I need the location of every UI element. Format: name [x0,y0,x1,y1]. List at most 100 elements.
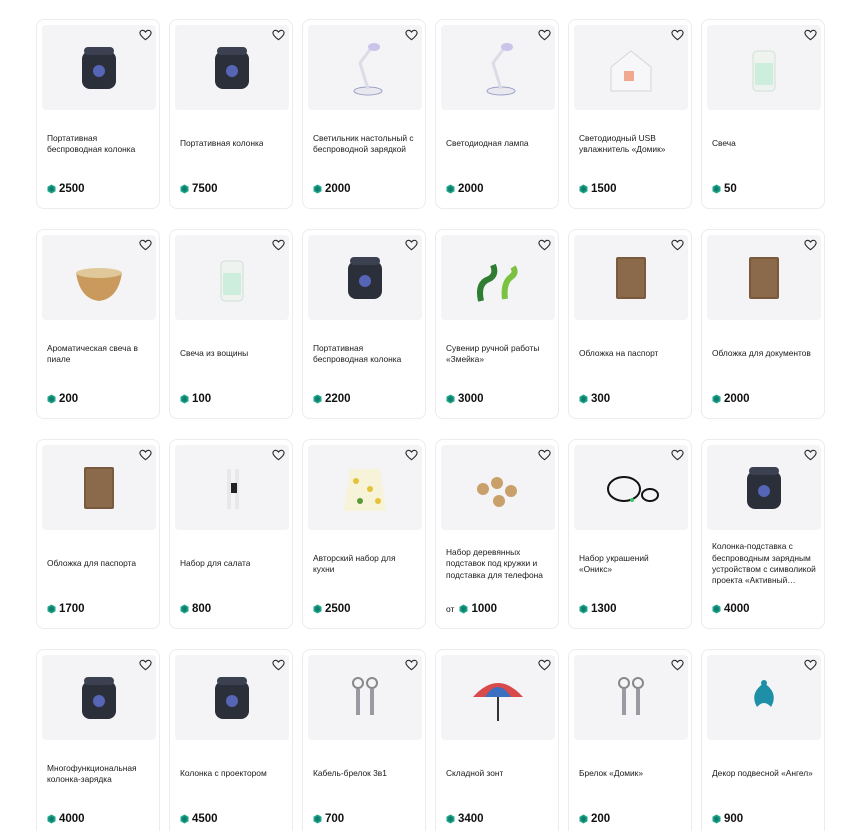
price-value: 2500 [59,183,85,195]
favorite-heart-icon[interactable] [537,448,551,462]
product-title[interactable]: Сувенир ручной работы «Змейка» [446,325,550,383]
product-title[interactable]: Колонка с проектором [180,745,284,803]
product-title[interactable]: Обложка для документов [712,325,816,383]
product-title[interactable]: Кабель-брелок 3в1 [313,745,417,803]
product-title[interactable]: Свеча из вощины [180,325,284,383]
product-card[interactable]: Портативная колонка 7500 [169,19,293,209]
favorite-heart-icon[interactable] [271,658,285,672]
coin-icon [47,184,56,194]
product-card[interactable]: Кабель-брелок 3в1 700 [302,649,426,831]
product-card[interactable]: Набор деревянных подставок под кружки и … [435,439,559,629]
product-price: 2000 [712,392,750,406]
product-title[interactable]: Многофункциональная колонка-зарядка [47,745,151,803]
favorite-heart-icon[interactable] [803,28,817,42]
product-title[interactable]: Авторский набор для кухни [313,535,417,593]
favorite-heart-icon[interactable] [670,448,684,462]
price-value: 1500 [591,183,617,195]
favorite-heart-icon[interactable] [404,28,418,42]
product-card[interactable]: Обложка для паспорта 1700 [36,439,160,629]
favorite-heart-icon[interactable] [138,658,152,672]
favorite-heart-icon[interactable] [404,448,418,462]
favorite-heart-icon[interactable] [803,448,817,462]
favorite-heart-icon[interactable] [537,658,551,672]
price-value: 4000 [59,813,85,825]
product-title[interactable]: Портативная колонка [180,115,284,173]
product-card[interactable]: Сувенир ручной работы «Змейка» 3000 [435,229,559,419]
product-card[interactable]: Свеча из вощины 100 [169,229,293,419]
favorite-heart-icon[interactable] [138,28,152,42]
price-value: 200 [591,813,611,825]
product-card[interactable]: Брелок «Домик» 200 [568,649,692,831]
product-title[interactable]: Обложка для паспорта [47,535,151,593]
product-price: 2500 [313,602,351,616]
product-card[interactable]: Декор подвесной «Ангел» 900 [701,649,825,831]
product-title[interactable]: Обложка на паспорт [579,325,683,383]
price-value: 2000 [458,183,484,195]
product-price: 50 [712,182,737,196]
coin-icon [712,184,721,194]
product-card[interactable]: Обложка для документов 2000 [701,229,825,419]
product-title[interactable]: Ароматическая свеча в пиале [47,325,151,383]
product-card[interactable]: Светодиодная лампа 2000 [435,19,559,209]
product-price: 2200 [313,392,351,406]
coin-icon [180,814,189,824]
coin-icon [180,604,189,614]
product-card[interactable]: Светильник настольный с беспроводной зар… [302,19,426,209]
product-price: 4000 [712,602,750,616]
product-price: 900 [712,812,743,826]
product-title[interactable]: Набор украшений «Оникс» [579,535,683,593]
product-title[interactable]: Светильник настольный с беспроводной зар… [313,115,417,173]
favorite-heart-icon[interactable] [803,238,817,252]
product-card[interactable]: Авторский набор для кухни 2500 [302,439,426,629]
product-title[interactable]: Брелок «Домик» [579,745,683,803]
favorite-heart-icon[interactable] [537,28,551,42]
favorite-heart-icon[interactable] [271,238,285,252]
product-title[interactable]: Светодиодная лампа [446,115,550,173]
product-price: 200 [579,812,610,826]
product-title[interactable]: Декор подвесной «Ангел» [712,745,816,803]
product-title[interactable]: Набор деревянных подставок под кружки и … [446,535,550,593]
product-price: 3000 [446,392,484,406]
product-title[interactable]: Набор для салата [180,535,284,593]
coin-icon [579,394,588,404]
product-title[interactable]: Портативная беспроводная колонка [313,325,417,383]
favorite-heart-icon[interactable] [271,448,285,462]
coin-icon [313,394,322,404]
favorite-heart-icon[interactable] [404,238,418,252]
coin-icon [313,184,322,194]
product-price: 1700 [47,602,85,616]
price-value: 7500 [192,183,218,195]
favorite-heart-icon[interactable] [138,238,152,252]
coin-icon [47,814,56,824]
product-card[interactable]: Портативная беспроводная колонка 2200 [302,229,426,419]
product-card[interactable]: Набор для салата 800 [169,439,293,629]
product-price: 3400 [446,812,484,826]
product-card[interactable]: Светодиодный USB увлажнитель «Домик» 1500 [568,19,692,209]
product-card[interactable]: Многофункциональная колонка-зарядка 4000 [36,649,160,831]
favorite-heart-icon[interactable] [271,28,285,42]
favorite-heart-icon[interactable] [670,658,684,672]
product-card[interactable]: Колонка-подставка с беспроводным зарядны… [701,439,825,629]
favorite-heart-icon[interactable] [138,448,152,462]
product-card[interactable]: Ароматическая свеча в пиале 200 [36,229,160,419]
product-card[interactable]: Свеча 50 [701,19,825,209]
product-card[interactable]: Колонка с проектором 4500 [169,649,293,831]
favorite-heart-icon[interactable] [537,238,551,252]
favorite-heart-icon[interactable] [803,658,817,672]
coin-icon [313,604,322,614]
favorite-heart-icon[interactable] [670,28,684,42]
product-card[interactable]: Обложка на паспорт 300 [568,229,692,419]
product-card[interactable]: Портативная беспроводная колонка 2500 [36,19,160,209]
product-title[interactable]: Колонка-подставка с беспроводным зарядны… [712,535,816,593]
coin-icon [446,394,455,404]
product-card[interactable]: Складной зонт 3400 [435,649,559,831]
product-title[interactable]: Свеча [712,115,816,173]
favorite-heart-icon[interactable] [670,238,684,252]
product-price: 100 [180,392,211,406]
product-title[interactable]: Складной зонт [446,745,550,803]
product-title[interactable]: Портативная беспроводная колонка [47,115,151,173]
coin-icon [446,814,455,824]
product-card[interactable]: Набор украшений «Оникс» 1300 [568,439,692,629]
product-title[interactable]: Светодиодный USB увлажнитель «Домик» [579,115,683,173]
favorite-heart-icon[interactable] [404,658,418,672]
